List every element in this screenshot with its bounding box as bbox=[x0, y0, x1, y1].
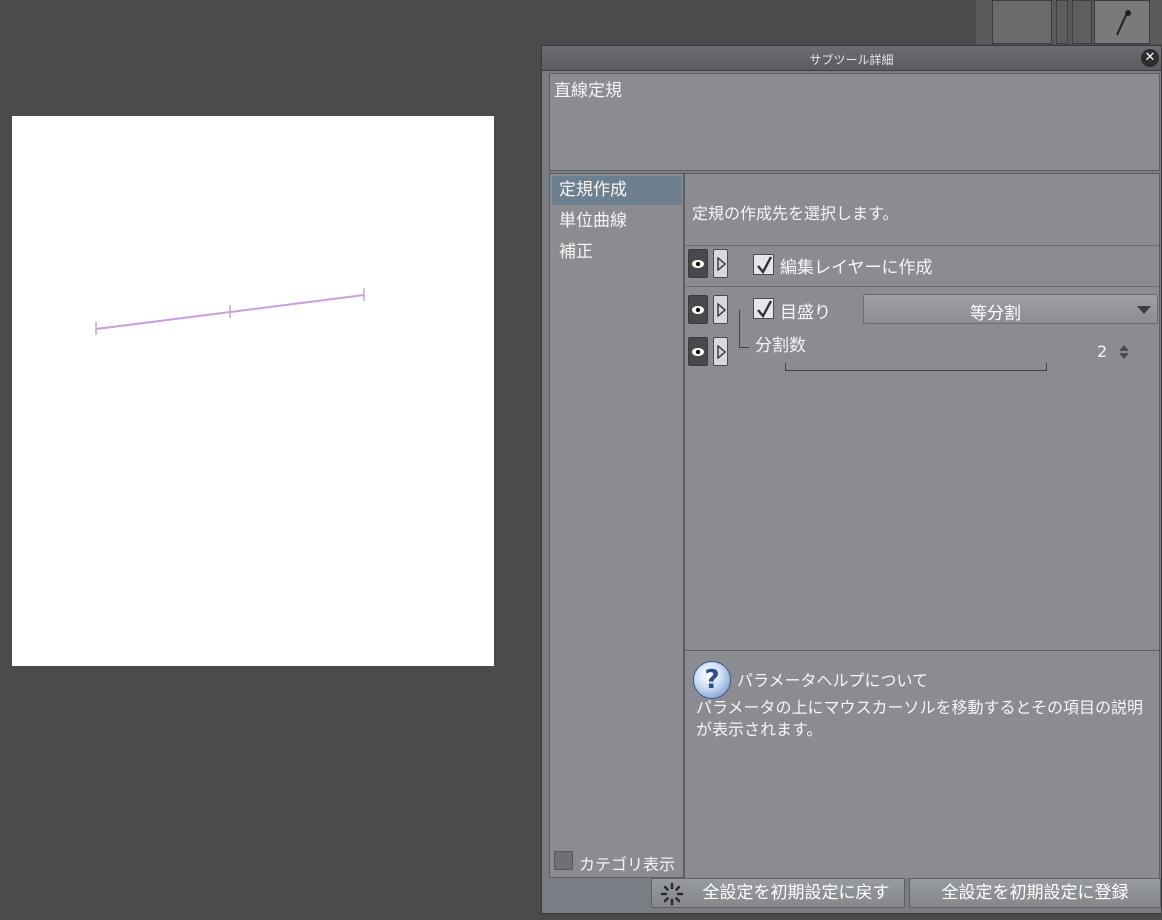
eye-icon[interactable] bbox=[688, 295, 708, 324]
parameter-help-area: ? パラメータヘルプについて パラメータの上にマウスカーソルを移動するとその項目… bbox=[685, 650, 1159, 878]
expand-triangle-icon[interactable] bbox=[713, 337, 728, 366]
spin-down-icon[interactable] bbox=[1119, 353, 1129, 359]
register-defaults-button[interactable]: 全設定を初期設定に登録 bbox=[909, 878, 1161, 908]
division-count-value[interactable]: 2 bbox=[1097, 342, 1107, 361]
toolbar-separator bbox=[1056, 0, 1068, 44]
spin-up-icon[interactable] bbox=[1119, 345, 1129, 351]
scale-mode-dropdown[interactable]: 等分割 bbox=[863, 294, 1158, 324]
chevron-down-icon bbox=[1137, 306, 1151, 314]
scale-checkbox[interactable] bbox=[753, 298, 774, 319]
expand-triangle-icon[interactable] bbox=[713, 295, 728, 324]
division-count-slider[interactable] bbox=[785, 363, 1047, 371]
tree-connector bbox=[739, 310, 740, 348]
straight-ruler-preview bbox=[95, 288, 365, 335]
scale-label: 目盛り bbox=[780, 303, 831, 323]
close-icon[interactable]: ✕ bbox=[1141, 49, 1159, 67]
reset-all-button[interactable]: 全設定を初期設定に戻す bbox=[651, 878, 905, 908]
pen-tool-icon bbox=[1116, 10, 1131, 36]
create-on-edit-layer-checkbox[interactable] bbox=[753, 254, 774, 275]
reset-spinner-icon bbox=[660, 882, 684, 906]
help-body: パラメータの上にマウスカーソルを移動するとその項目の説明が表示されます。 bbox=[696, 698, 1144, 739]
category-description: 定規の作成先を選択します。 bbox=[692, 204, 899, 223]
category-item-ruler-create[interactable]: 定規作成 bbox=[552, 176, 682, 205]
scale-mode-value: 等分割 bbox=[970, 304, 1021, 324]
toolbar-slot[interactable] bbox=[992, 0, 1052, 44]
divider bbox=[685, 245, 1159, 246]
create-on-edit-layer-label: 編集レイヤーに作成 bbox=[780, 258, 933, 278]
dialog-footer: 全設定を初期設定に戻す 全設定を初期設定に登録 bbox=[549, 878, 1161, 910]
category-panel: 定規作成 単位曲線 補正 カテゴリ表示 bbox=[549, 173, 684, 878]
top-toolbar-fragment bbox=[976, 0, 1162, 44]
check-icon bbox=[757, 256, 773, 275]
toolbar-separator bbox=[1072, 0, 1092, 44]
pen-tool-button[interactable] bbox=[1094, 0, 1150, 44]
category-display-checkbox[interactable] bbox=[554, 851, 573, 870]
check-icon bbox=[757, 300, 773, 319]
drawing-canvas[interactable] bbox=[12, 116, 494, 666]
category-display-label: カテゴリ表示 bbox=[579, 855, 676, 874]
help-question-icon: ? bbox=[693, 661, 731, 699]
help-title: パラメータヘルプについて bbox=[737, 671, 929, 690]
eye-icon[interactable] bbox=[688, 249, 708, 278]
expand-triangle-icon[interactable] bbox=[713, 249, 728, 278]
division-count-label: 分割数 bbox=[755, 336, 806, 356]
reset-all-label: 全設定を初期設定に戻す bbox=[702, 883, 890, 903]
settings-panel: 定規の作成先を選択します。 編集レイヤーに作成 目盛り 等分割 分割数 2 ? … bbox=[684, 173, 1160, 878]
tool-name-box: 直線定規 bbox=[549, 73, 1160, 171]
eye-icon[interactable] bbox=[688, 337, 708, 366]
subtool-detail-dialog: サブツール詳細 ✕ 直線定規 定規作成 単位曲線 補正 カテゴリ表示 定規の作成… bbox=[541, 45, 1162, 914]
category-item-unit-curve[interactable]: 単位曲線 bbox=[552, 207, 682, 236]
category-item-correction[interactable]: 補正 bbox=[552, 238, 682, 267]
tool-name: 直線定規 bbox=[554, 81, 622, 101]
dialog-titlebar[interactable]: サブツール詳細 ✕ bbox=[542, 46, 1161, 71]
dialog-title: サブツール詳細 bbox=[809, 53, 894, 67]
divider bbox=[685, 286, 1159, 287]
tree-connector bbox=[739, 347, 749, 348]
